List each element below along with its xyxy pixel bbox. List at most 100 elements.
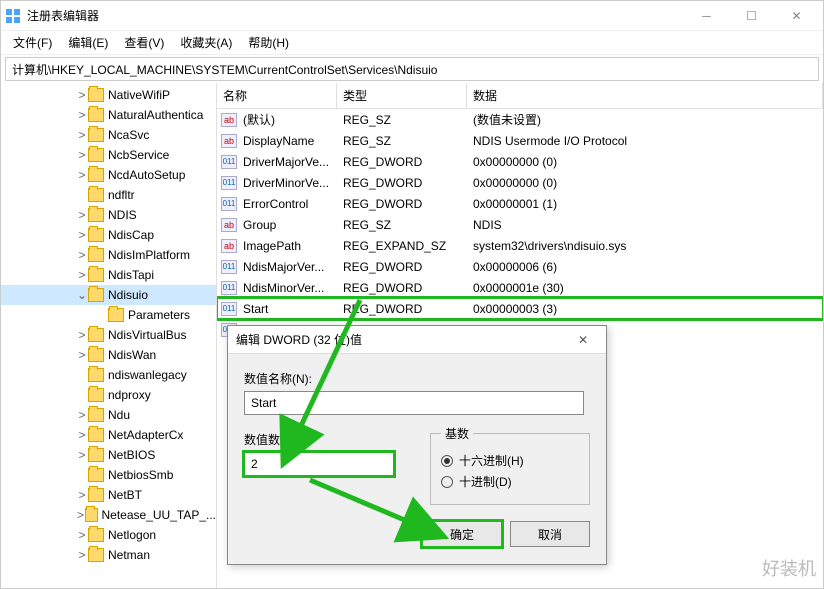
tree-item[interactable]: ndproxy bbox=[1, 385, 216, 405]
tree-item[interactable]: >NativeWifiP bbox=[1, 85, 216, 105]
tree-label: ndproxy bbox=[108, 388, 151, 402]
value-data: (数值未设置) bbox=[467, 111, 823, 128]
value-data: system32\drivers\ndisuio.sys bbox=[467, 239, 823, 253]
tree-item[interactable]: >NdisImPlatform bbox=[1, 245, 216, 265]
tree-item[interactable]: >NdisWan bbox=[1, 345, 216, 365]
binary-icon: 011 bbox=[221, 176, 237, 190]
tree-item[interactable]: >NdisTapi bbox=[1, 265, 216, 285]
address-text: 计算机\HKEY_LOCAL_MACHINE\SYSTEM\CurrentCon… bbox=[12, 61, 437, 78]
tree-panel[interactable]: >NativeWifiP>NaturalAuthentica>NcaSvc>Nc… bbox=[1, 83, 217, 588]
radio-dec[interactable]: 十进制(D) bbox=[441, 473, 579, 490]
value-row[interactable]: ab (默认) REG_SZ (数值未设置) bbox=[217, 109, 823, 130]
tree-item[interactable]: >NcbService bbox=[1, 145, 216, 165]
tree-label: NdisTapi bbox=[108, 268, 154, 282]
caret-icon: > bbox=[76, 428, 88, 442]
caret-icon: > bbox=[76, 108, 88, 122]
value-row[interactable]: ab Group REG_SZ NDIS bbox=[217, 214, 823, 235]
tree-item[interactable]: ⌄Ndisuio bbox=[1, 285, 216, 305]
tree-item[interactable]: >NetBT bbox=[1, 485, 216, 505]
col-name[interactable]: 名称 bbox=[217, 83, 337, 108]
tree-item[interactable]: >NetBIOS bbox=[1, 445, 216, 465]
watermark: 好装机 bbox=[762, 555, 816, 581]
cancel-button[interactable]: 取消 bbox=[510, 521, 590, 547]
ok-button[interactable]: 确定 bbox=[422, 521, 502, 547]
tree-item[interactable]: >Ndu bbox=[1, 405, 216, 425]
value-data: NDIS Usermode I/O Protocol bbox=[467, 134, 823, 148]
value-row[interactable]: ab ImagePath REG_EXPAND_SZ system32\driv… bbox=[217, 235, 823, 256]
col-data[interactable]: 数据 bbox=[467, 83, 823, 108]
tree-item[interactable]: >NdisVirtualBus bbox=[1, 325, 216, 345]
folder-icon bbox=[88, 548, 104, 562]
tree-label: NcaSvc bbox=[108, 128, 149, 142]
value-row[interactable]: 011 NdisMinorVer... REG_DWORD 0x0000001e… bbox=[217, 277, 823, 298]
value-name: ErrorControl bbox=[237, 197, 337, 211]
tree-item[interactable]: >Netman bbox=[1, 545, 216, 565]
window-title: 注册表编辑器 bbox=[27, 7, 684, 24]
tree-item[interactable]: > NcaSvc bbox=[1, 125, 216, 145]
tree-label: Netlogon bbox=[108, 528, 156, 542]
value-name: (默认) bbox=[237, 111, 337, 128]
tree-item[interactable]: >NdisCap bbox=[1, 225, 216, 245]
address-bar[interactable]: 计算机\HKEY_LOCAL_MACHINE\SYSTEM\CurrentCon… bbox=[5, 57, 819, 81]
menu-help[interactable]: 帮助(H) bbox=[240, 32, 297, 53]
tree-item[interactable]: ndfltr bbox=[1, 185, 216, 205]
dialog-close-button[interactable]: ✕ bbox=[568, 333, 598, 347]
titlebar[interactable]: 注册表编辑器 ─ ☐ ✕ bbox=[1, 1, 823, 31]
folder-icon bbox=[88, 468, 104, 482]
col-type[interactable]: 类型 bbox=[337, 83, 467, 108]
value-type: REG_DWORD bbox=[337, 302, 467, 316]
folder-icon bbox=[88, 408, 104, 422]
app-icon bbox=[5, 8, 21, 24]
caret-icon: > bbox=[76, 408, 88, 422]
menu-view[interactable]: 查看(V) bbox=[116, 32, 172, 53]
name-input[interactable] bbox=[244, 391, 584, 415]
name-label: 数值名称(N): bbox=[244, 370, 590, 387]
folder-icon bbox=[88, 388, 104, 402]
value-type: REG_SZ bbox=[337, 134, 467, 148]
value-type: REG_DWORD bbox=[337, 260, 467, 274]
menubar: 文件(F) 编辑(E) 查看(V) 收藏夹(A) 帮助(H) bbox=[1, 31, 823, 55]
close-button[interactable]: ✕ bbox=[774, 2, 819, 30]
tree-item[interactable]: >Netease_UU_TAP_... bbox=[1, 505, 216, 525]
folder-icon bbox=[88, 368, 104, 382]
menu-file[interactable]: 文件(F) bbox=[5, 32, 60, 53]
maximize-button[interactable]: ☐ bbox=[729, 2, 774, 30]
tree-item[interactable]: > NetAdapterCx bbox=[1, 425, 216, 445]
tree-label: NetAdapterCx bbox=[108, 428, 183, 442]
binary-icon: 011 bbox=[221, 155, 237, 169]
tree-item[interactable]: NetbiosSmb bbox=[1, 465, 216, 485]
tree-label: NetbiosSmb bbox=[108, 468, 173, 482]
minimize-button[interactable]: ─ bbox=[684, 2, 729, 30]
dialog-titlebar[interactable]: 编辑 DWORD (32 位)值 ✕ bbox=[228, 326, 606, 354]
radio-hex[interactable]: 十六进制(H) bbox=[441, 452, 579, 469]
value-row[interactable]: 011 DriverMinorVe... REG_DWORD 0x0000000… bbox=[217, 172, 823, 193]
value-row[interactable]: ab DisplayName REG_SZ NDIS Usermode I/O … bbox=[217, 130, 823, 151]
tree-item[interactable]: >Netlogon bbox=[1, 525, 216, 545]
value-name: Start bbox=[237, 302, 337, 316]
value-row[interactable]: 011 Start REG_DWORD 0x00000003 (3) bbox=[217, 298, 823, 319]
menu-edit[interactable]: 编辑(E) bbox=[60, 32, 116, 53]
tree-label: NdisVirtualBus bbox=[108, 328, 186, 342]
folder-icon bbox=[88, 288, 104, 302]
tree-item[interactable]: ndiswanlegacy bbox=[1, 365, 216, 385]
tree-item[interactable]: Parameters bbox=[1, 305, 216, 325]
tree-item[interactable]: >NDIS bbox=[1, 205, 216, 225]
tree-item[interactable]: >NaturalAuthentica bbox=[1, 105, 216, 125]
tree-label: ndiswanlegacy bbox=[108, 368, 187, 382]
value-row[interactable]: 011 DriverMajorVe... REG_DWORD 0x0000000… bbox=[217, 151, 823, 172]
folder-icon bbox=[88, 228, 104, 242]
folder-icon bbox=[88, 168, 104, 182]
menu-fav[interactable]: 收藏夹(A) bbox=[172, 32, 240, 53]
value-name: ImagePath bbox=[237, 239, 337, 253]
value-row[interactable]: 011 ErrorControl REG_DWORD 0x00000001 (1… bbox=[217, 193, 823, 214]
caret-icon: > bbox=[76, 128, 88, 142]
value-type: REG_DWORD bbox=[337, 176, 467, 190]
tree-item[interactable]: >NcdAutoSetup bbox=[1, 165, 216, 185]
value-name: DisplayName bbox=[237, 134, 337, 148]
tree-label: ndfltr bbox=[108, 188, 135, 202]
value-row[interactable]: 011 NdisMajorVer... REG_DWORD 0x00000006… bbox=[217, 256, 823, 277]
caret-icon: > bbox=[76, 348, 88, 362]
data-input[interactable] bbox=[244, 452, 394, 476]
list-header[interactable]: 名称 类型 数据 bbox=[217, 83, 823, 109]
value-data: 0x00000000 (0) bbox=[467, 176, 823, 190]
